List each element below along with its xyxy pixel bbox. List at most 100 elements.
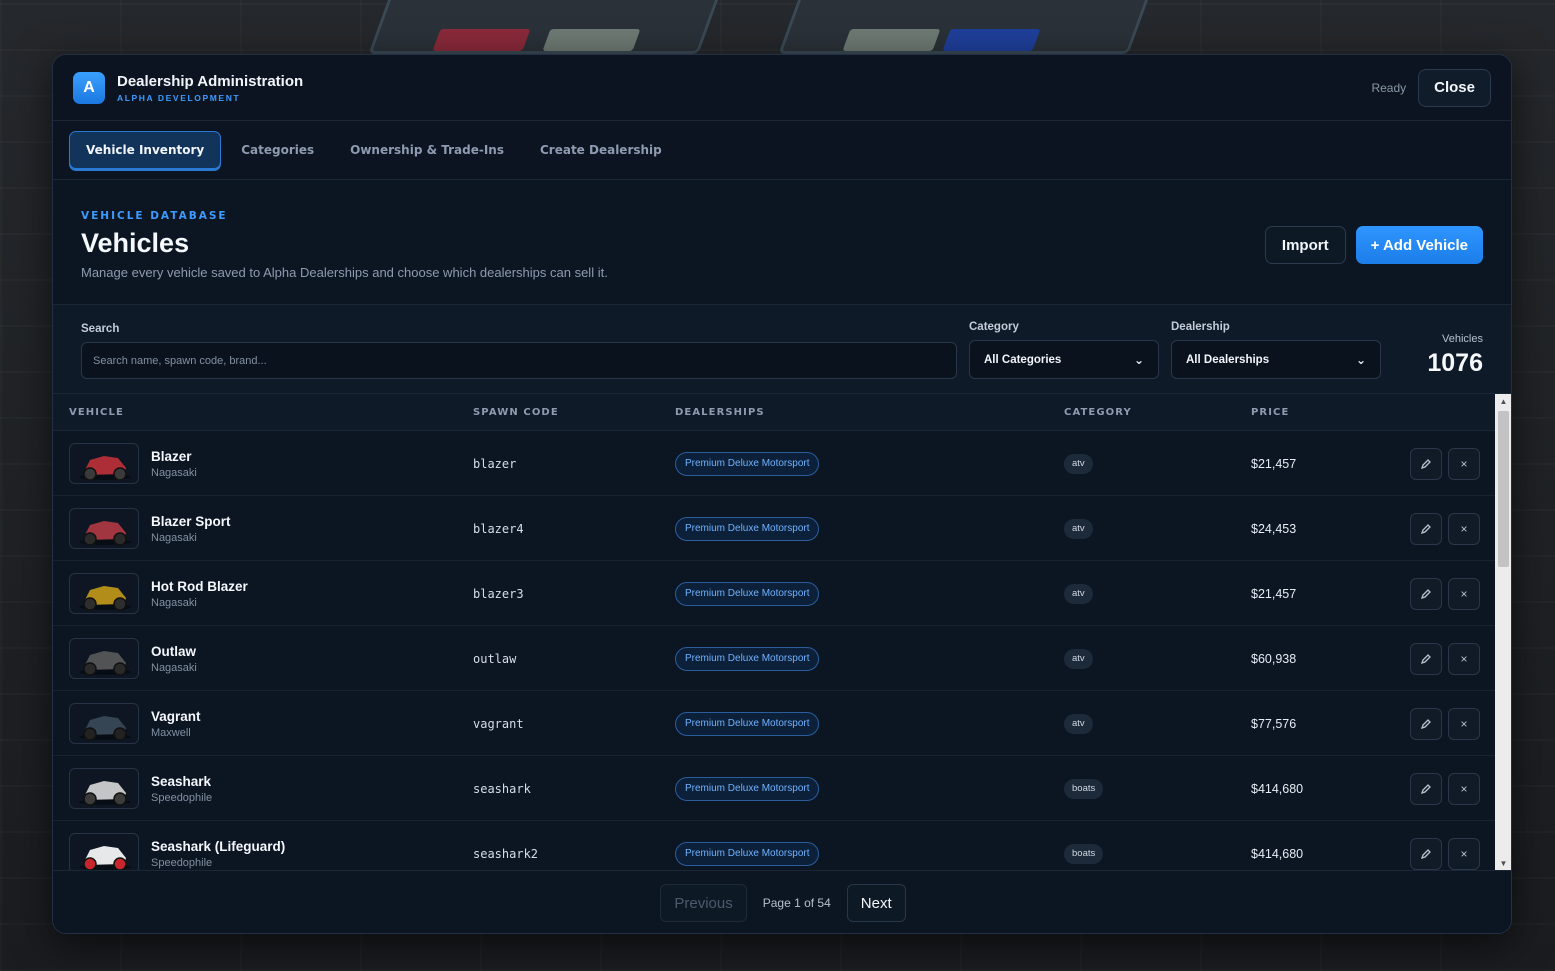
delete-button[interactable]: × [1448, 642, 1480, 675]
close-icon: × [1460, 846, 1468, 861]
tab-create-dealership[interactable]: Create Dealership [524, 131, 678, 169]
vehicle-price: $60,938 [1251, 651, 1297, 666]
delete-button[interactable]: × [1448, 512, 1480, 545]
pencil-icon [1420, 783, 1431, 794]
tab-vehicle-inventory[interactable]: Vehicle Inventory [69, 131, 222, 169]
close-button[interactable]: Close [1418, 68, 1491, 107]
pencil-icon [1420, 848, 1431, 859]
column-spawn-code: SPAWN CODE [473, 406, 559, 418]
close-icon: × [1460, 586, 1468, 601]
table-row[interactable]: Vagrant Maxwell vagrant Premium Deluxe M… [53, 691, 1495, 756]
edit-button[interactable] [1410, 707, 1442, 740]
delete-button[interactable]: × [1448, 707, 1480, 740]
page-info: Page 1 of 54 [762, 896, 831, 910]
vehicle-count-label: Vehicles [1442, 333, 1483, 345]
table-row[interactable]: Blazer Sport Nagasaki blazer4 Premium De… [53, 496, 1495, 561]
vehicle-thumbnail [69, 768, 139, 809]
edit-button[interactable] [1410, 447, 1442, 480]
previous-page-button[interactable]: Previous [660, 884, 747, 922]
delete-button[interactable]: × [1448, 837, 1480, 870]
table-body: Blazer Nagasaki blazer Premium Deluxe Mo… [53, 431, 1495, 870]
vehicle-name: Blazer [151, 448, 192, 464]
table-row[interactable]: Seashark Speedophile seashark Premium De… [53, 756, 1495, 821]
vehicle-brand: Nagasaki [151, 661, 197, 674]
pencil-icon [1420, 653, 1431, 664]
tab-categories[interactable]: Categories [225, 131, 330, 169]
table-scrollbar[interactable]: ▲ ▼ [1495, 394, 1511, 870]
scroll-down-icon[interactable]: ▼ [1495, 856, 1511, 870]
dealership-select[interactable]: All Dealerships ⌄ [1171, 340, 1381, 379]
add-vehicle-button[interactable]: + Add Vehicle [1355, 226, 1483, 264]
vehicle-brand: Nagasaki [151, 596, 197, 609]
tab-ownership-trade-ins[interactable]: Ownership & Trade-Ins [334, 131, 520, 169]
status-text: Ready [1371, 80, 1407, 95]
header-actions: Import + Add Vehicle [1264, 226, 1483, 264]
column-vehicle: VEHICLE [69, 406, 124, 418]
chevron-down-icon: ⌄ [1133, 352, 1144, 367]
vehicle-thumbnail [69, 833, 139, 870]
brand: Dealership Administration ALPHA DEVELOPM… [117, 73, 303, 103]
import-button[interactable]: Import [1264, 226, 1346, 264]
background-sign [368, 0, 722, 54]
vehicle-thumbnail [69, 573, 139, 614]
dealership-label: Dealership [1171, 321, 1230, 333]
vehicle-thumbnail [69, 638, 139, 679]
vehicle-price: $21,457 [1251, 586, 1297, 601]
vehicle-name: Hot Rod Blazer [151, 578, 248, 594]
filter-bar: Search Search name, spawn code, brand...… [53, 305, 1511, 394]
delete-button[interactable]: × [1448, 772, 1480, 805]
vehicle-brand: Nagasaki [151, 466, 197, 479]
vehicle-count: 1076 [1427, 349, 1483, 377]
edit-button[interactable] [1410, 577, 1442, 610]
spawn-code: seashark [473, 781, 531, 796]
spawn-code: vagrant [473, 716, 524, 731]
edit-button[interactable] [1410, 512, 1442, 545]
vehicle-name: Seashark [151, 773, 212, 789]
category-badge: atv [1064, 648, 1093, 669]
dealership-badge: Premium Deluxe Motorsport [675, 646, 820, 671]
vehicle-name: Seashark (Lifeguard) [151, 838, 286, 854]
vehicle-price: $24,453 [1251, 521, 1297, 536]
spawn-code: blazer3 [473, 586, 524, 601]
vehicle-thumbnail [69, 443, 139, 484]
spawn-code: blazer [473, 456, 517, 471]
table-row[interactable]: Blazer Nagasaki blazer Premium Deluxe Mo… [53, 431, 1495, 496]
category-select[interactable]: All Categories ⌄ [969, 340, 1159, 379]
pencil-icon [1420, 523, 1431, 534]
category-badge: boats [1064, 778, 1104, 799]
next-page-button[interactable]: Next [846, 884, 906, 922]
vehicle-name: Outlaw [151, 643, 197, 659]
top-bar: A Dealership Administration ALPHA DEVELO… [53, 55, 1511, 121]
scrollbar-thumb[interactable] [1498, 411, 1509, 567]
close-icon: × [1460, 456, 1468, 471]
table-row[interactable]: Outlaw Nagasaki outlaw Premium Deluxe Mo… [53, 626, 1495, 691]
category-badge: atv [1064, 518, 1093, 539]
dealership-badge: Premium Deluxe Motorsport [675, 516, 820, 541]
search-input[interactable]: Search name, spawn code, brand... [81, 342, 957, 379]
table-row[interactable]: Seashark (Lifeguard) Speedophile seashar… [53, 821, 1495, 870]
vehicle-price: $21,457 [1251, 456, 1297, 471]
category-badge: atv [1064, 583, 1093, 604]
table-row[interactable]: Hot Rod Blazer Nagasaki blazer3 Premium … [53, 561, 1495, 626]
search-placeholder: Search name, spawn code, brand... [93, 354, 267, 367]
delete-button[interactable]: × [1448, 577, 1480, 610]
dealership-badge: Premium Deluxe Motorsport [675, 776, 820, 801]
search-label: Search [81, 323, 120, 335]
table-header: VEHICLE SPAWN CODE DEALERSHIPS CATEGORY … [53, 394, 1495, 431]
edit-button[interactable] [1410, 837, 1442, 870]
page-description: Manage every vehicle saved to Alpha Deal… [81, 265, 608, 280]
page-header: VEHICLE DATABASE Vehicles Manage every v… [53, 180, 1511, 305]
app-title: Dealership Administration [117, 72, 304, 90]
vehicle-brand: Nagasaki [151, 531, 197, 544]
dealership-select-value: All Dealerships [1186, 353, 1270, 366]
category-label: Category [969, 321, 1019, 333]
edit-button[interactable] [1410, 772, 1442, 805]
dealership-badge: Premium Deluxe Motorsport [675, 581, 820, 606]
vehicle-table: VEHICLE SPAWN CODE DEALERSHIPS CATEGORY … [53, 394, 1495, 870]
delete-button[interactable]: × [1448, 447, 1480, 480]
pencil-icon [1420, 588, 1431, 599]
admin-panel: A Dealership Administration ALPHA DEVELO… [52, 54, 1512, 934]
edit-button[interactable] [1410, 642, 1442, 675]
scroll-up-icon[interactable]: ▲ [1495, 394, 1511, 408]
chevron-down-icon: ⌄ [1355, 352, 1366, 367]
